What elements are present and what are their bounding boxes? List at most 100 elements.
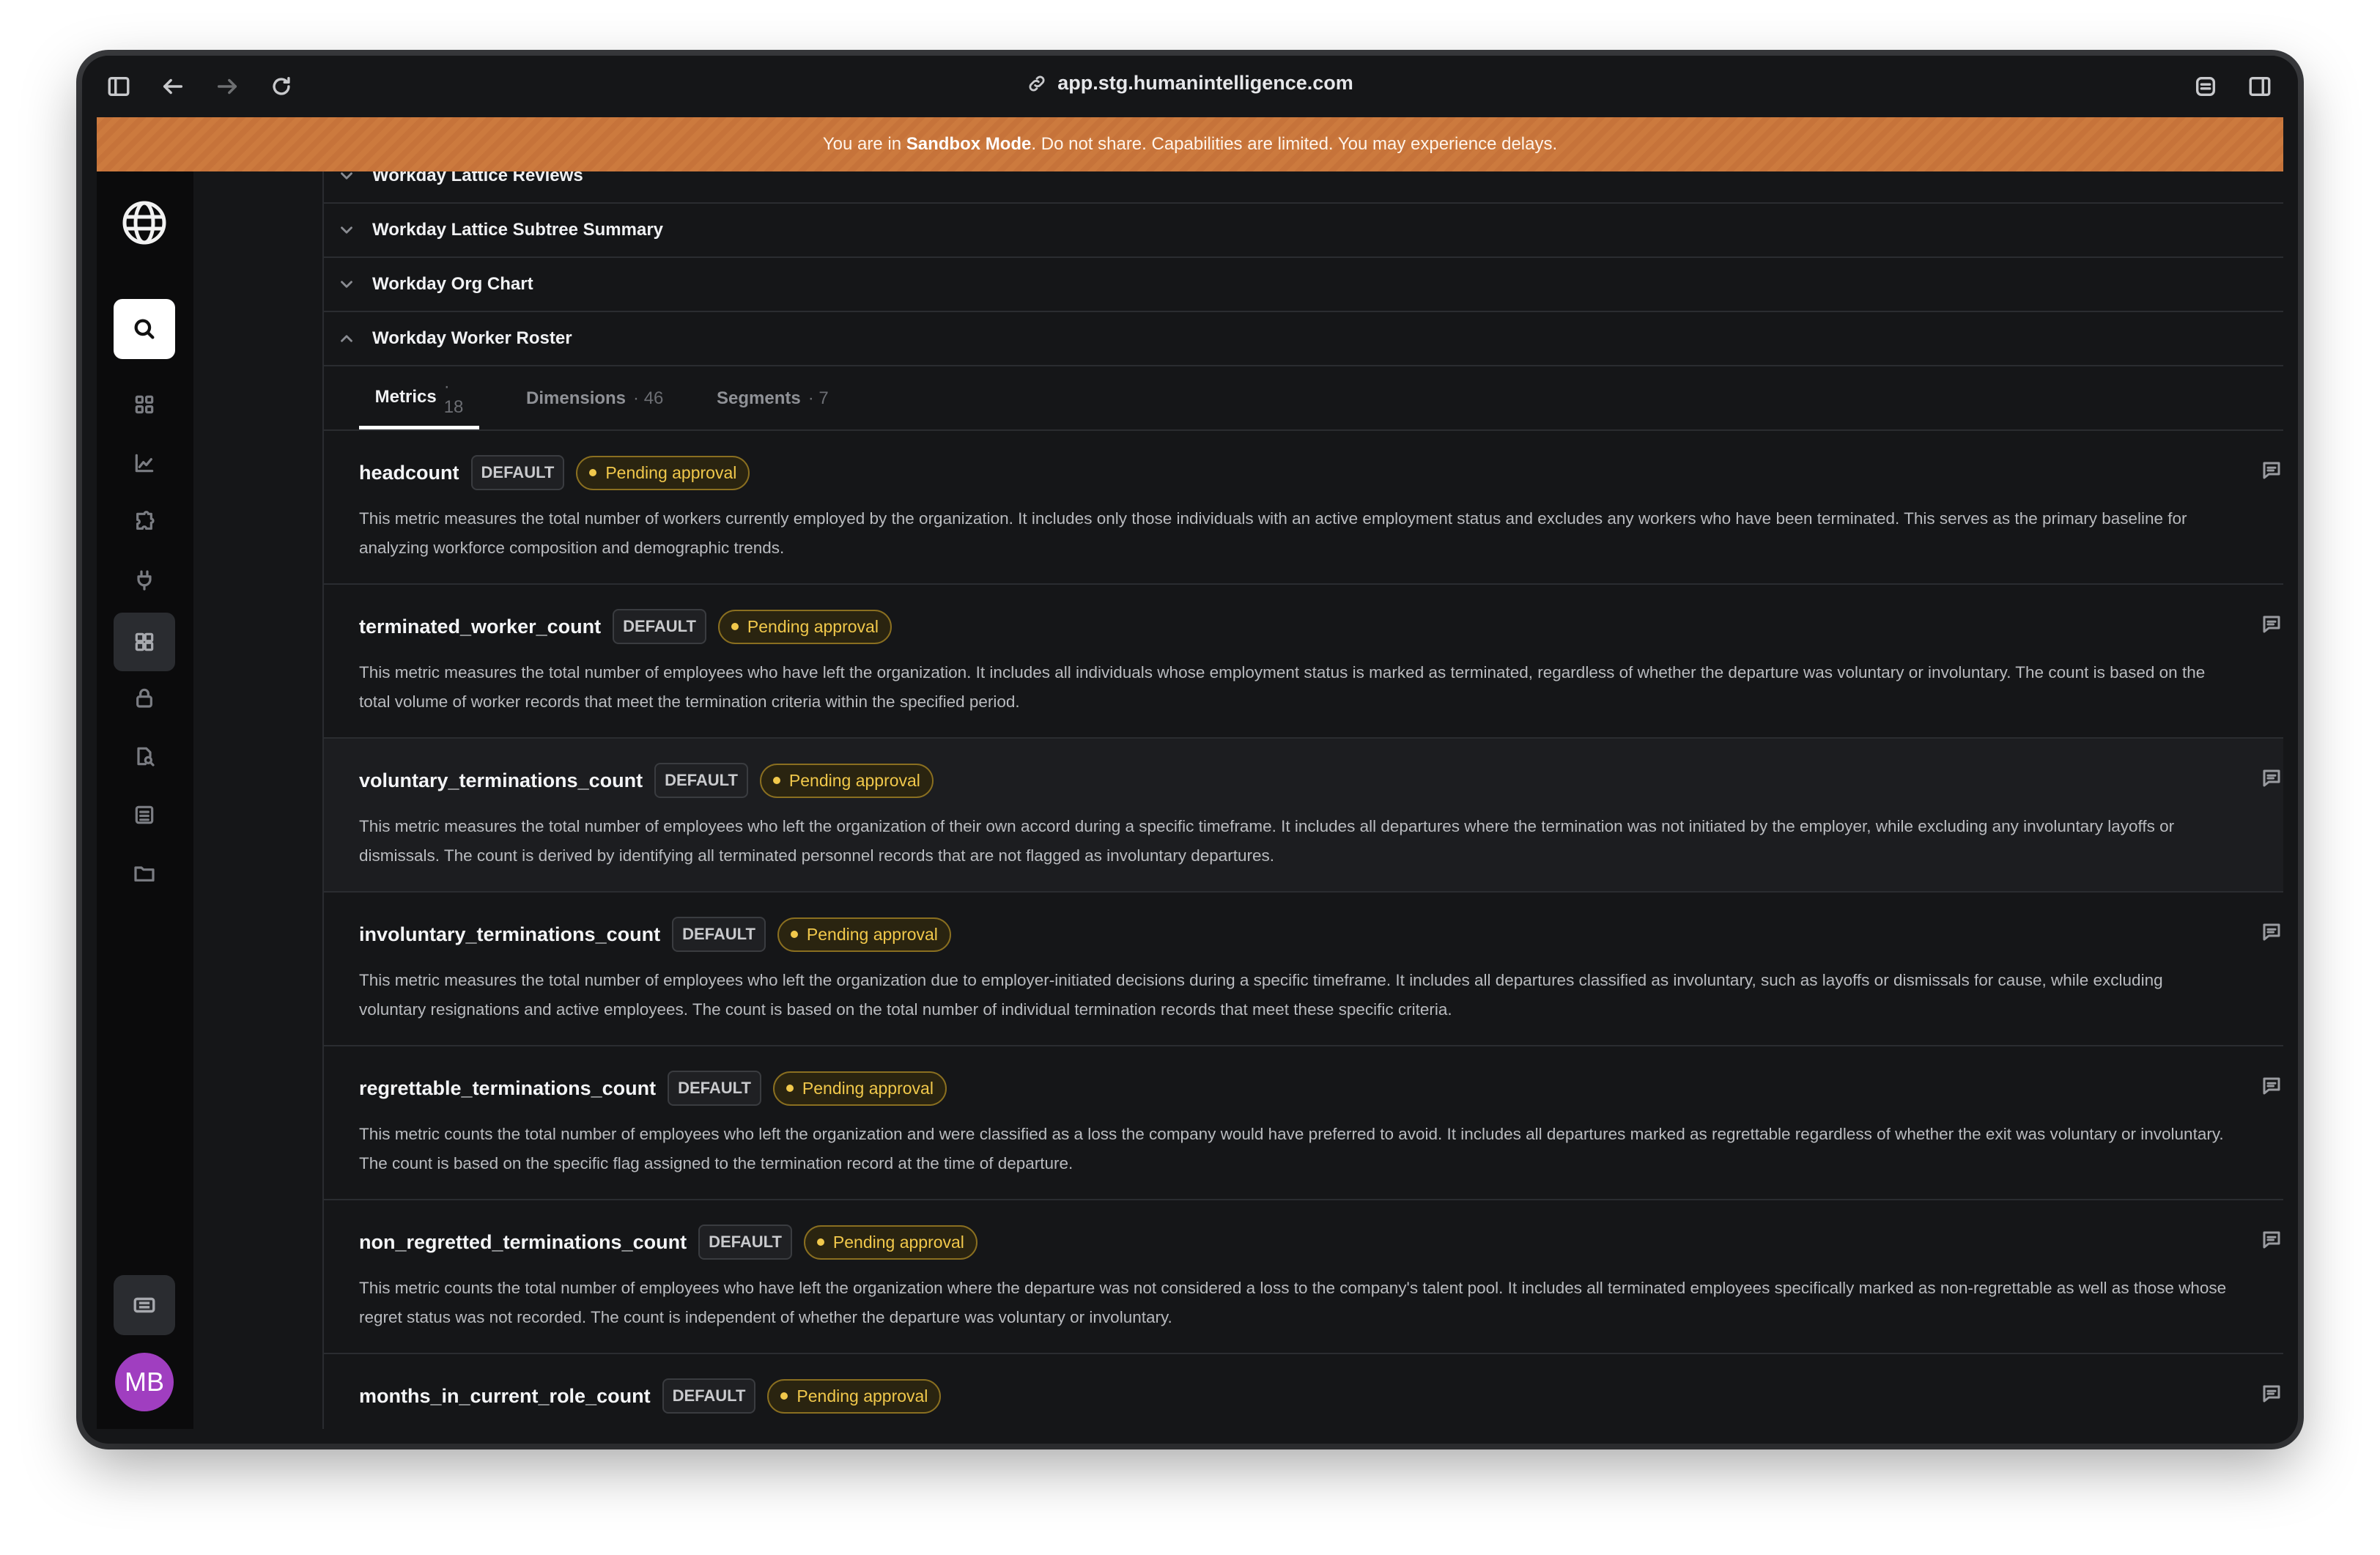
metric-row[interactable]: non_regretted_terminations_count DEFAULT…: [324, 1200, 2283, 1354]
accordion-label: Workday Org Chart: [372, 274, 533, 294]
chevron-down-icon: [337, 171, 356, 185]
search-icon: [134, 319, 155, 339]
tab-label: Metrics: [374, 386, 437, 407]
ticket-button[interactable]: [114, 1275, 175, 1335]
metric-row[interactable]: voluntary_terminations_count DEFAULT Pen…: [324, 739, 2283, 893]
accordion-label: Workday Lattice Subtree Summary: [372, 220, 664, 240]
chevron-down-icon: [337, 275, 356, 294]
metric-description: This metric measures the total number of…: [359, 509, 2187, 557]
tab-metrics[interactable]: Metrics · 18: [359, 368, 479, 429]
default-tag: DEFAULT: [662, 1378, 756, 1414]
metric-row[interactable]: headcount DEFAULT Pending approval This …: [324, 431, 2283, 585]
metric-name: months_in_current_role_count: [359, 1384, 651, 1407]
nav-document-search-icon[interactable]: [114, 730, 175, 783]
comment-icon[interactable]: [2257, 1225, 2283, 1255]
status-dot: [772, 777, 780, 784]
url-text: app.stg.humanintelligence.com: [1057, 72, 1353, 94]
nav-dashboard-icon[interactable]: [114, 613, 175, 671]
globe-logo-icon[interactable]: [121, 199, 168, 246]
metric-name: regrettable_terminations_count: [359, 1076, 657, 1099]
status-badge: Pending approval: [576, 455, 750, 490]
comment-icon[interactable]: [2257, 917, 2283, 947]
accordion-workday-org-chart[interactable]: Workday Org Chart: [324, 258, 2283, 312]
banner-suffix: . Do not share. Capabilities are limited…: [1031, 134, 1558, 154]
accordion-workday-lattice-reviews[interactable]: Workday Lattice Reviews: [324, 171, 2283, 204]
default-tag: DEFAULT: [668, 1071, 761, 1106]
status-badge: Pending approval: [717, 609, 892, 644]
metric-description: This metric measures the total number of…: [359, 971, 2163, 1019]
user-avatar[interactable]: MB: [115, 1353, 174, 1411]
address-bar[interactable]: app.stg.humanintelligence.com: [97, 72, 2283, 95]
ticket-icon: [133, 1297, 155, 1313]
metric-description: This metric counts the total number of e…: [359, 1279, 2227, 1326]
nav-grid-icon[interactable]: [114, 378, 175, 431]
status-dot: [780, 1392, 788, 1400]
sandbox-banner: You are in Sandbox Mode. Do not share. C…: [97, 117, 2283, 171]
default-tag: DEFAULT: [672, 917, 766, 952]
status-text: Pending approval: [832, 1232, 964, 1252]
tab-dimensions[interactable]: Dimensions · 46: [526, 368, 663, 429]
banner-mode: Sandbox Mode: [906, 134, 1032, 154]
status-badge: Pending approval: [759, 763, 934, 798]
tab-count: · 18: [443, 376, 464, 417]
accordion-label: Workday Lattice Reviews: [372, 171, 583, 185]
status-text: Pending approval: [802, 1078, 934, 1098]
comment-icon[interactable]: [2257, 764, 2283, 793]
nav-lock-icon[interactable]: [114, 671, 175, 724]
model-panel: Workday Lattice Reviews Workday Lattice …: [322, 171, 2283, 1429]
metric-row[interactable]: months_in_current_role_count DEFAULT Pen…: [324, 1354, 2283, 1429]
metric-name: non_regretted_terminations_count: [359, 1230, 687, 1253]
nav-plug-icon[interactable]: [114, 554, 175, 607]
status-badge: Pending approval: [777, 917, 951, 952]
metric-row[interactable]: regrettable_terminations_count DEFAULT P…: [324, 1046, 2283, 1200]
comment-icon[interactable]: [2257, 610, 2283, 639]
status-badge: Pending approval: [803, 1225, 978, 1260]
tab-segments[interactable]: Segments · 7: [717, 368, 829, 429]
accordion-label: Workday Worker Roster: [372, 328, 572, 348]
comment-icon[interactable]: [2257, 1071, 2283, 1101]
app-sidebar: MB: [97, 171, 193, 1429]
metric-row[interactable]: involuntary_terminations_count DEFAULT P…: [324, 893, 2283, 1046]
metric-name: terminated_worker_count: [359, 615, 602, 638]
browser-toolbar: app.stg.humanintelligence.com: [97, 56, 2283, 117]
status-dot: [731, 623, 739, 630]
tab-count: · 7: [808, 388, 829, 408]
extension-icon[interactable]: [2191, 73, 2220, 100]
default-tag: DEFAULT: [698, 1225, 792, 1260]
nav-puzzle-icon[interactable]: [114, 495, 175, 548]
status-badge: Pending approval: [767, 1378, 942, 1414]
browser-window: app.stg.humanintelligence.com You are in…: [82, 56, 2298, 1444]
split-view-icon[interactable]: [2245, 73, 2274, 100]
nav-chart-icon[interactable]: [114, 437, 175, 490]
status-dot: [790, 931, 798, 938]
accordion-workday-lattice-subtree-summary[interactable]: Workday Lattice Subtree Summary: [324, 204, 2283, 258]
status-dot: [786, 1085, 794, 1092]
status-badge: Pending approval: [772, 1071, 947, 1106]
default-tag: DEFAULT: [654, 763, 748, 798]
metric-name: voluntary_terminations_count: [359, 769, 643, 791]
accordion-workday-worker-roster[interactable]: Workday Worker Roster: [324, 312, 2283, 366]
status-dot: [589, 469, 597, 476]
metric-description: This metric measures the total number of…: [359, 817, 2175, 865]
comment-icon[interactable]: [2257, 456, 2283, 485]
nav-list-icon[interactable]: [114, 788, 175, 841]
status-text: Pending approval: [747, 616, 879, 636]
metric-row[interactable]: terminated_worker_count DEFAULT Pending …: [324, 585, 2283, 739]
chevron-down-icon: [337, 221, 356, 240]
default-tag: DEFAULT: [613, 609, 706, 644]
metric-name: headcount: [359, 461, 459, 484]
status-dot: [816, 1238, 824, 1246]
comment-icon[interactable]: [2257, 1379, 2283, 1408]
nav-folder-icon[interactable]: [114, 847, 175, 900]
search-button[interactable]: [114, 299, 175, 359]
status-text: Pending approval: [788, 770, 920, 790]
chevron-up-icon: [337, 329, 356, 348]
status-text: Pending approval: [605, 462, 737, 482]
tab-bar: Metrics · 18 Dimensions · 46 Segments · 7: [324, 368, 2283, 431]
tab-label: Segments: [717, 388, 801, 408]
link-icon: [1029, 75, 1045, 92]
metric-name: involuntary_terminations_count: [359, 923, 661, 945]
default-tag: DEFAULT: [470, 455, 565, 490]
metric-description: This metric measures the total number of…: [359, 663, 2206, 711]
tab-count: · 46: [633, 388, 664, 408]
